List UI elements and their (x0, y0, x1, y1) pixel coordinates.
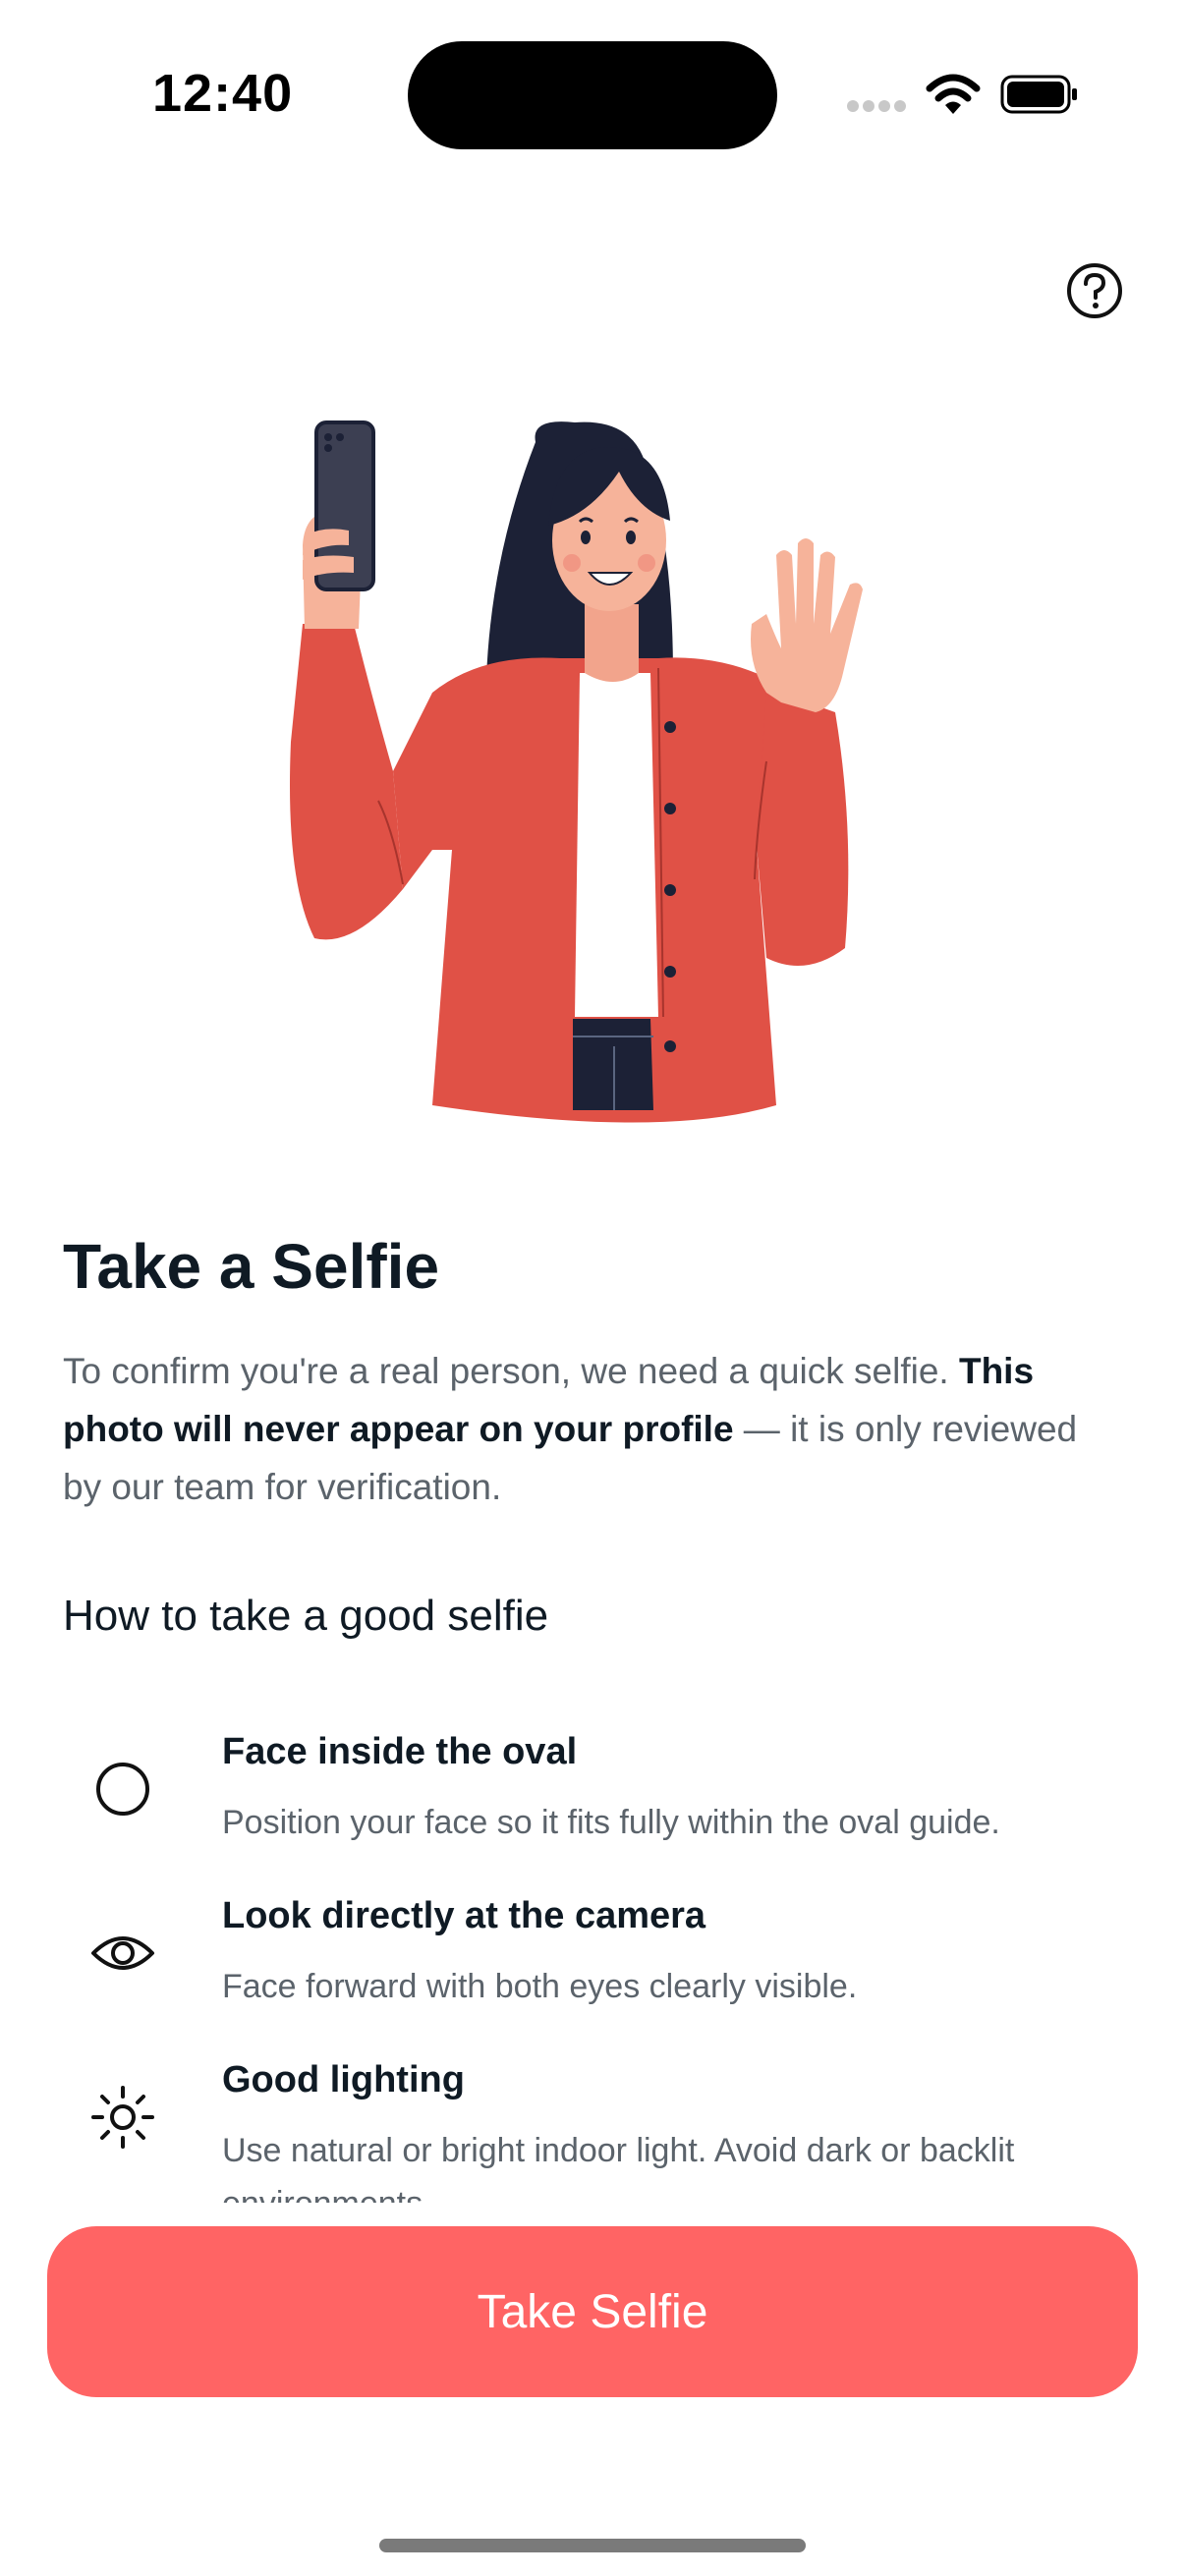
shirt (575, 673, 658, 1017)
page-title: Take a Selfie (63, 1231, 440, 1302)
circle-outline-icon (96, 1763, 149, 1816)
status-bar: 12:40 (0, 0, 1185, 187)
take-selfie-button[interactable]: Take Selfie (47, 2226, 1138, 2397)
left-sleeve (290, 624, 403, 940)
tip-good-lighting: Good lighting Use natural or bright indo… (0, 2047, 1185, 2203)
home-indicator[interactable] (379, 2539, 806, 2552)
dynamic-island (408, 41, 777, 149)
tip-look-at-camera: Look directly at the camera Face forward… (0, 1883, 1185, 2041)
tip-title: Face inside the oval (222, 1731, 578, 1772)
tip-description: Face forward with both eyes clearly visi… (222, 1968, 858, 2005)
intro-lead: To confirm you're a real person, we need… (63, 1351, 949, 1391)
selfie-illustration (290, 420, 863, 1123)
cellular-signal-icon (847, 100, 906, 116)
intro-text: To confirm you're a real person, we need… (63, 1342, 1124, 1516)
tip-description: Use natural or bright indoor light. Avoi… (222, 2132, 1015, 2203)
status-time: 12:40 (152, 64, 294, 123)
tip-face-inside-oval: Face inside the oval Position your face … (0, 1719, 1185, 1876)
right-sleeve (757, 688, 849, 966)
help-icon[interactable] (1065, 261, 1124, 320)
tip-description: Position your face so it fits fully with… (222, 1804, 1000, 1841)
eye-icon (91, 1936, 154, 1970)
sun-icon (91, 2086, 154, 2149)
wifi-icon (926, 74, 981, 114)
tips-list[interactable]: Face inside the oval Position your face … (0, 1719, 1185, 2203)
battery-icon (1000, 75, 1077, 114)
tip-title: Look directly at the camera (222, 1895, 706, 1936)
tip-title: Good lighting (222, 2059, 465, 2100)
waving-hand (751, 538, 863, 712)
tips-heading: How to take a good selfie (63, 1592, 549, 1640)
